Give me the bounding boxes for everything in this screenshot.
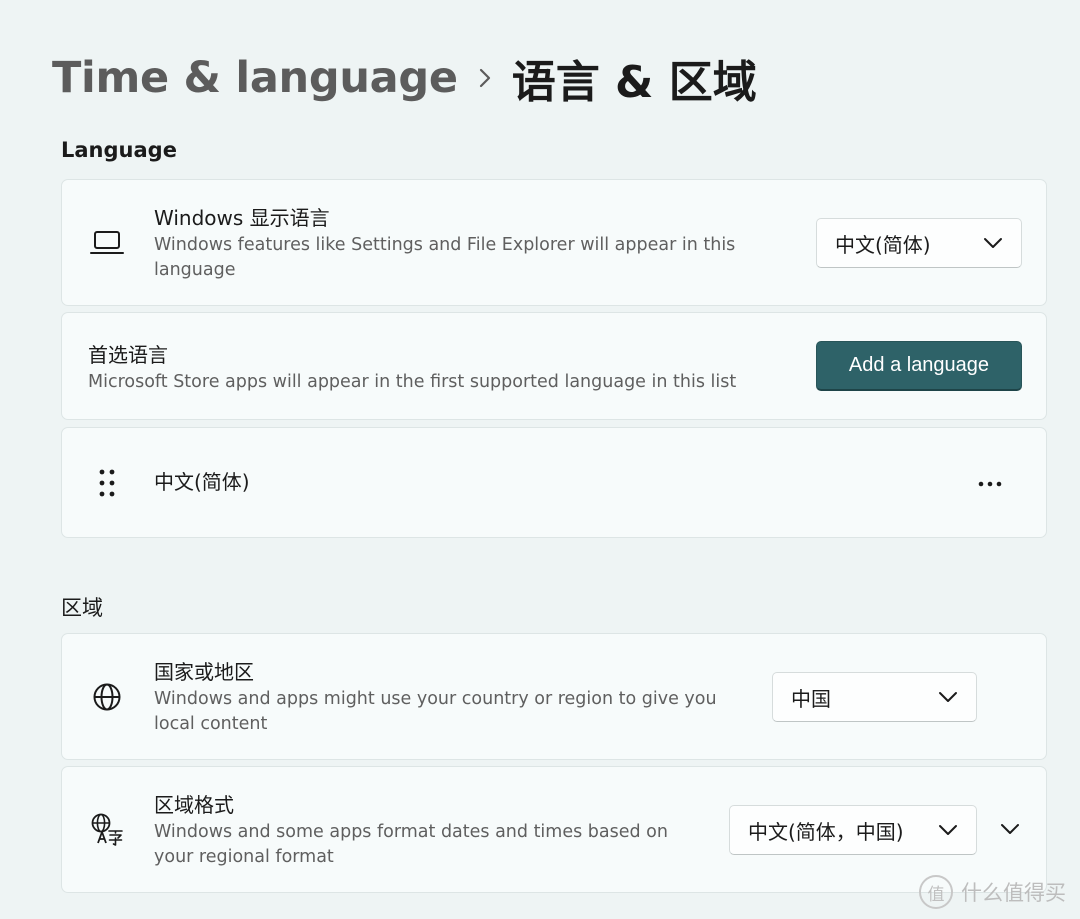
watermark: 值 什么值得买 [919, 875, 1066, 909]
display-language-dropdown[interactable]: 中文(简体) [816, 218, 1022, 268]
preferred-languages-card: 首选语言 Microsoft Store apps will appear in… [61, 312, 1047, 420]
display-language-title: Windows 显示语言 [154, 206, 330, 230]
watermark-logo-icon: 值 [919, 875, 953, 909]
description-line: Windows features like Settings and File … [154, 235, 736, 255]
language-list-item[interactable]: 中文(简体) [61, 427, 1047, 538]
display-language-text: Windows 显示语言 Windows features like Setti… [154, 205, 735, 283]
description-line: Windows and apps might use your country … [154, 689, 717, 709]
add-language-button[interactable]: Add a language [816, 341, 1022, 391]
preferred-languages-title: 首选语言 [88, 343, 168, 367]
more-options-icon[interactable] [968, 470, 1012, 498]
watermark-text: 什么值得买 [961, 881, 1066, 905]
description-line: local content [154, 714, 268, 734]
globe-icon [90, 680, 124, 714]
regional-format-description: Windows and some apps format dates and t… [154, 820, 668, 870]
regional-format-dropdown[interactable]: 中文(简体，中国) [729, 805, 977, 855]
laptop-icon [90, 226, 124, 260]
chevron-down-icon [939, 825, 957, 835]
description-line: language [154, 260, 236, 280]
expand-chevron-icon[interactable] [996, 817, 1024, 841]
country-region-description: Windows and apps might use your country … [154, 687, 717, 737]
chevron-down-icon [939, 692, 957, 702]
country-region-dropdown[interactable]: 中国 [772, 672, 977, 722]
language-format-icon [90, 812, 124, 846]
preferred-languages-description: Microsoft Store apps will appear in the … [88, 372, 737, 392]
country-region-text: 国家或地区 Windows and apps might use your co… [154, 659, 717, 737]
description-line: Windows and some apps format dates and t… [154, 822, 668, 842]
display-language-card: Windows 显示语言 Windows features like Setti… [61, 179, 1047, 306]
language-name: 中文(简体) [154, 470, 250, 494]
section-title-region: 区域 [61, 596, 103, 620]
preferred-languages-text: 首选语言 Microsoft Store apps will appear in… [88, 342, 736, 395]
dropdown-selected-value: 中国 [791, 686, 831, 711]
chevron-right-icon [458, 46, 512, 110]
dropdown-selected-value: 中文(简体) [835, 232, 931, 257]
section-title-language: Language [61, 138, 177, 162]
country-region-card: 国家或地区 Windows and apps might use your co… [61, 633, 1047, 760]
dropdown-selected-value: 中文(简体，中国) [748, 819, 904, 844]
regional-format-text: 区域格式 Windows and some apps format dates … [154, 792, 668, 870]
breadcrumb-parent-link[interactable]: Time & language [52, 53, 458, 103]
description-line: your regional format [154, 847, 334, 867]
display-language-description: Windows features like Settings and File … [154, 233, 735, 283]
regional-format-title: 区域格式 [154, 793, 234, 817]
chevron-down-icon [984, 238, 1002, 248]
breadcrumb: Time & language 语言 & 区域 [52, 46, 757, 110]
regional-format-card[interactable]: 区域格式 Windows and some apps format dates … [61, 766, 1047, 893]
country-region-title: 国家或地区 [154, 660, 254, 684]
page-title: 语言 & 区域 [511, 57, 757, 108]
drag-handle-icon[interactable] [90, 466, 124, 500]
language-list-item-text: 中文(简体) [154, 469, 250, 495]
